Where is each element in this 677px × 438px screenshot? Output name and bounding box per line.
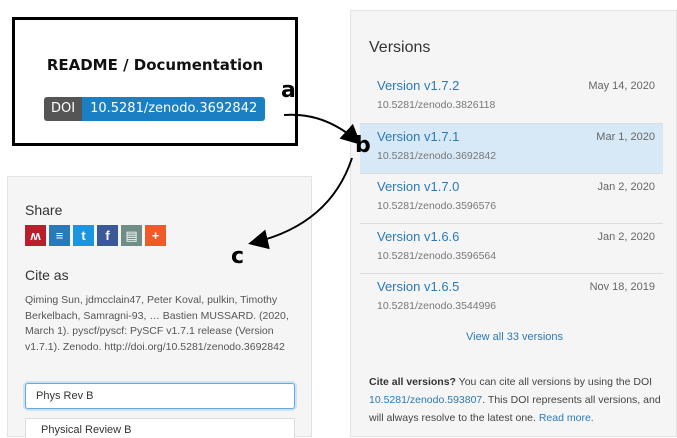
arrow-a-to-b (283, 113, 361, 145)
annotation-letter-b: b (355, 133, 371, 158)
annotation-letter-a: a (281, 78, 296, 103)
annotation-letter-c: c (231, 244, 245, 269)
arrow-b-to-c (248, 157, 353, 250)
annotation-arrows (248, 113, 361, 250)
